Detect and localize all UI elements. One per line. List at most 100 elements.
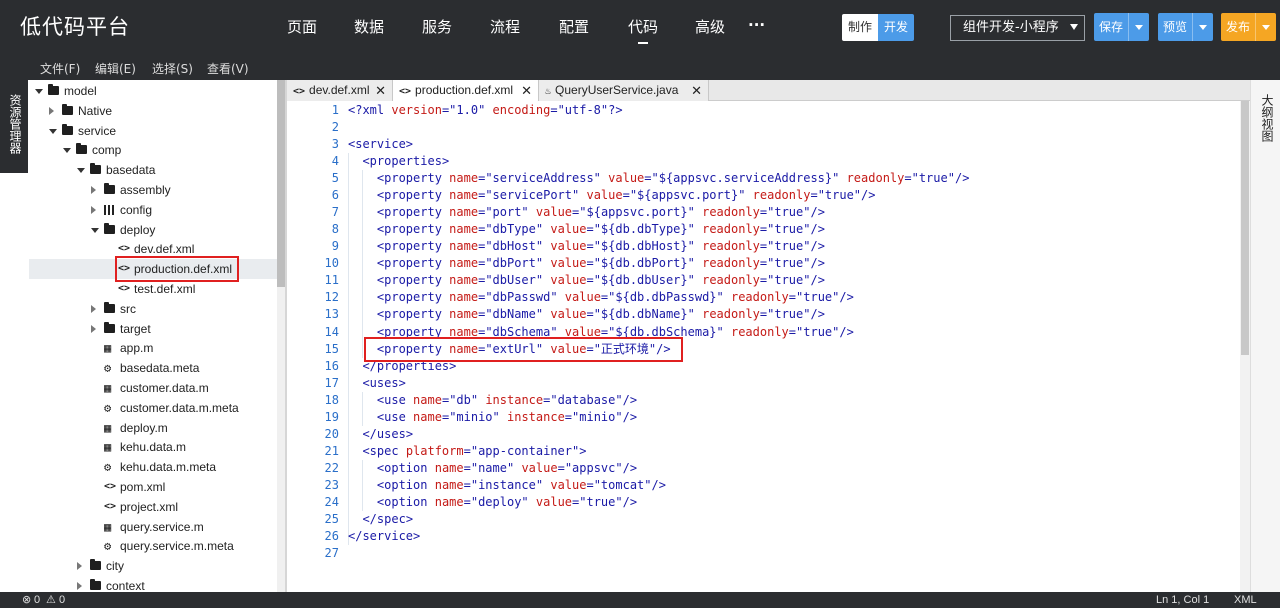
code-line[interactable]: <property name="port" value="${appsvc.po… [348,204,825,221]
menu-select[interactable]: 选择(S) [152,60,193,77]
code-line[interactable]: <option name="instance" value="tomcat"/> [348,477,666,494]
code-line[interactable]: <?xml version="1.0" encoding="utf-8"?> [348,102,623,119]
save-button[interactable]: 保存 [1094,13,1149,41]
close-icon[interactable]: ✕ [375,80,386,101]
publish-dropdown-icon[interactable] [1255,13,1276,41]
caret-down-icon[interactable] [35,89,43,94]
tree-item-deploy[interactable]: deploy [29,220,277,240]
caret-right-icon[interactable] [77,582,82,590]
code-line[interactable]: <service> [348,136,413,153]
caret-down-icon[interactable] [77,168,85,174]
cursor-position[interactable]: Ln 1, Col 1 [1156,592,1209,608]
tree-item-test-def-xml[interactable]: <> test.def.xml [29,279,277,299]
code-line[interactable]: <properties> [348,153,449,170]
caret-right-icon[interactable] [91,186,96,194]
nav-flows[interactable]: 流程 [490,16,520,37]
tree-item-src[interactable]: src [29,299,277,319]
tree-item-target[interactable]: target [29,319,277,339]
project-select[interactable]: 组件开发-小程序 [950,15,1085,41]
nav-pages[interactable]: 页面 [287,16,317,37]
tree-item-query-service-m[interactable]: ▦ query.service.m [29,517,277,537]
code-line[interactable]: </spec> [348,511,413,528]
nav-data[interactable]: 数据 [354,16,384,37]
preview-dropdown-icon[interactable] [1192,13,1213,41]
nav-config[interactable]: 配置 [559,16,589,37]
explorer-tab[interactable]: 资源管理器 [0,80,28,173]
tab-queryuserservice-java[interactable]: ♨ QueryUserService.java ✕ [539,80,709,101]
nav-advanced[interactable]: 高级 [695,16,725,37]
code-line[interactable]: </service> [348,528,420,545]
tree-item-basedata[interactable]: basedata [29,160,277,180]
menu-view[interactable]: 查看(V) [207,60,249,77]
tree-item-model[interactable]: model [29,81,277,101]
tree-item-kehu-data-m-meta[interactable]: ⚙ kehu.data.m.meta [29,457,277,477]
caret-down-icon[interactable] [49,128,57,134]
tree-item-project-xml[interactable]: <> project.xml [29,497,277,517]
code-line[interactable]: <property name="dbPasswd" value="${db.db… [348,289,854,306]
tree-item-pom-xml[interactable]: <> pom.xml [29,477,277,497]
explorer-tab-label[interactable]: 资源管理器 [7,94,24,154]
save-button-label[interactable]: 保存 [1094,13,1128,41]
code-line[interactable]: <option name="deploy" value="true"/> [348,494,637,511]
code-line[interactable]: <property name="dbType" value="${db.dbTy… [348,221,825,238]
nav-services[interactable]: 服务 [422,16,452,37]
mode-toggle[interactable]: 制作 开发 [842,14,914,41]
error-count[interactable]: 0 [34,592,40,608]
language-mode[interactable]: XML [1234,592,1257,608]
nav-code[interactable]: 代码 [628,16,658,37]
code-line[interactable]: <option name="name" value="appsvc"/> [348,460,637,477]
warning-icon[interactable]: ⚠ [46,592,56,608]
tree-item-service[interactable]: service [29,121,277,141]
caret-right-icon[interactable] [91,324,96,333]
tree-item-customer-data-m[interactable]: ▦ customer.data.m [29,378,277,398]
code-line[interactable]: <property name="serviceAddress" value="$… [348,170,970,187]
error-icon[interactable]: ⊗ [22,592,31,608]
code-line[interactable]: <use name="minio" instance="minio"/> [348,409,637,426]
code-line[interactable]: <use name="db" instance="database"/> [348,392,637,409]
publish-button[interactable]: 发布 [1221,13,1276,41]
warning-count[interactable]: 0 [59,592,65,608]
tab-dev-def-xml[interactable]: <> dev.def.xml ✕ [287,80,393,101]
tree-item-context[interactable]: context [29,576,277,592]
code-line[interactable]: </uses> [348,426,413,443]
tree-item-city[interactable]: city [29,556,277,576]
menu-edit[interactable]: 编辑(E) [95,60,136,77]
caret-right-icon[interactable] [49,106,54,115]
tree-item-deploy-m[interactable]: ▦ deploy.m [29,418,277,438]
code-line[interactable]: <spec platform="app-container"> [348,443,586,460]
nav-more[interactable]: ... [748,12,765,30]
editor-scrollbar-thumb[interactable] [1241,101,1249,355]
tree-item-native[interactable]: Native [29,101,277,121]
tree-item-kehu-data-m[interactable]: ▦ kehu.data.m [29,437,277,457]
preview-button-label[interactable]: 预览 [1158,13,1192,41]
save-dropdown-icon[interactable] [1128,13,1149,41]
outline-tab-label[interactable]: 大纲视图 [1259,94,1276,142]
code-line[interactable]: <property name="dbHost" value="${db.dbHo… [348,238,825,255]
tree-item-query-service-m-meta[interactable]: ⚙ query.service.m.meta [29,536,277,556]
caret-right-icon[interactable] [91,304,96,313]
tab-production-def-xml[interactable]: <> production.def.xml ✕ [393,80,539,102]
code-line[interactable]: <property name="dbName" value="${db.dbNa… [348,306,825,323]
caret-down-icon[interactable] [63,148,71,154]
tree-item-app-m[interactable]: ▦ app.m [29,338,277,358]
mode-dev-button[interactable]: 开发 [878,14,914,41]
tree-item-customer-data-m-meta[interactable]: ⚙ customer.data.m.meta [29,398,277,418]
caret-right-icon[interactable] [91,205,96,214]
code-line[interactable]: <property name="servicePort" value="${ap… [348,187,876,204]
menu-file[interactable]: 文件(F) [40,60,80,77]
caret-right-icon[interactable] [77,562,82,571]
tree-item-assembly[interactable]: assembly [29,180,277,200]
tree-scrollbar-thumb[interactable] [277,80,285,287]
tree-item-basedata-meta[interactable]: ⚙ basedata.meta [29,358,277,378]
close-icon[interactable]: ✕ [691,80,702,101]
mode-make-button[interactable]: 制作 [842,14,878,41]
code-line[interactable]: <uses> [348,375,405,392]
preview-button[interactable]: 预览 [1158,13,1213,41]
code-line[interactable]: <property name="dbUser" value="${db.dbUs… [348,272,825,289]
tree-item-comp[interactable]: comp [29,140,277,160]
publish-button-label[interactable]: 发布 [1221,13,1255,41]
tree-item-config[interactable]: config [29,200,277,220]
close-icon[interactable]: ✕ [521,80,532,101]
code-line[interactable]: <property name="dbPort" value="${db.dbPo… [348,255,825,272]
caret-down-icon[interactable] [91,227,99,233]
